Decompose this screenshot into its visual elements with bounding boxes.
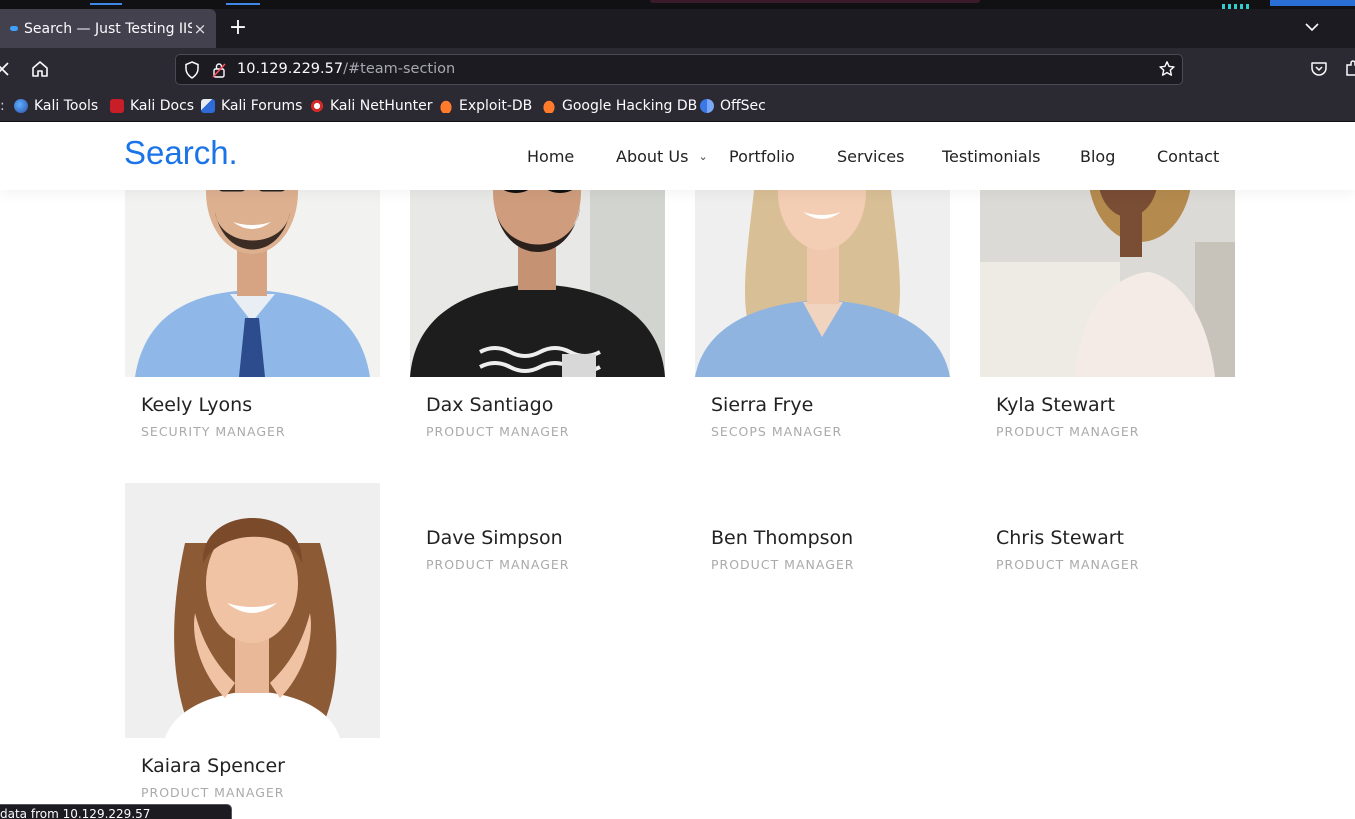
bookmark-label: Google Hacking DB xyxy=(562,98,698,114)
bookmarks-overflow-edge: : xyxy=(0,98,5,114)
team-member-role: PRODUCT MANAGER xyxy=(426,557,570,572)
kali-forums-icon xyxy=(201,99,215,113)
bookmarks-toolbar: : Kali Tools Kali Docs Kali Forums Kali … xyxy=(0,91,1355,122)
google-hacking-db-icon xyxy=(542,99,556,113)
exploit-db-icon xyxy=(439,99,453,113)
bookmark-kali-forums[interactable]: Kali Forums xyxy=(201,96,302,116)
stop-loading-icon[interactable] xyxy=(0,57,12,86)
status-bar-toast: data from 10.129.229.57 xyxy=(0,804,232,819)
nav-about-us-label: About Us xyxy=(616,147,689,166)
team-member-name: Kyla Stewart xyxy=(996,394,1115,416)
offsec-icon xyxy=(700,99,714,113)
workspace-indicator xyxy=(226,3,260,5)
system-top-strip xyxy=(0,0,1355,9)
team-member-name: Dax Santiago xyxy=(426,394,554,416)
new-tab-button[interactable]: + xyxy=(226,15,250,41)
nav-services[interactable]: Services xyxy=(837,147,904,166)
team-member-role: PRODUCT MANAGER xyxy=(426,424,570,439)
bookmark-star-icon[interactable] xyxy=(1158,60,1176,78)
url-host: 10.129.229.57 xyxy=(237,61,344,77)
bookmark-exploit-db[interactable]: Exploit-DB xyxy=(439,96,532,116)
team-member-name: Kaiara Spencer xyxy=(141,755,285,777)
chevron-down-icon: ⌄ xyxy=(698,150,708,163)
tracking-protection-shield-icon[interactable] xyxy=(184,61,200,79)
tab-close-icon[interactable]: × xyxy=(192,20,208,38)
team-member-name: Keely Lyons xyxy=(141,394,253,416)
address-bar[interactable]: 10.129.229.57/#team-section xyxy=(175,54,1183,85)
site-logo[interactable]: Search. xyxy=(124,134,238,172)
kali-tools-icon xyxy=(14,99,28,113)
kali-docs-icon xyxy=(110,99,124,113)
browser-tab[interactable]: Search — Just Testing IIS × xyxy=(0,9,216,48)
bookmark-kali-tools[interactable]: Kali Tools xyxy=(14,96,98,116)
team-member-name: Ben Thompson xyxy=(711,527,854,549)
team-member-role: PRODUCT MANAGER xyxy=(996,424,1140,439)
team-member-role: PRODUCT MANAGER xyxy=(996,557,1140,572)
panel-decoration xyxy=(650,0,980,3)
bookmark-label: Kali Tools xyxy=(34,98,99,114)
site-favicon-icon xyxy=(10,26,18,31)
team-member-name: Chris Stewart xyxy=(996,527,1124,549)
team-member-role: SECURITY MANAGER xyxy=(141,424,286,439)
browser-tab-bar: Search — Just Testing IIS × + xyxy=(0,9,1355,48)
site-header: Search. Home About Us ⌄ Portfolio Service… xyxy=(0,122,1355,190)
bookmark-label: Kali Forums xyxy=(221,98,303,114)
home-icon[interactable] xyxy=(30,59,50,79)
bookmark-label: Kali Docs xyxy=(130,98,195,114)
workspace-indicator xyxy=(90,3,122,5)
bookmark-offsec[interactable]: OffSec xyxy=(700,96,766,116)
nav-about-us[interactable]: About Us ⌄ xyxy=(616,147,708,166)
bookmark-kali-nethunter[interactable]: Kali NetHunter xyxy=(310,96,432,116)
team-member-role: PRODUCT MANAGER xyxy=(711,557,855,572)
team-member-role: PRODUCT MANAGER xyxy=(141,785,285,800)
kali-nethunter-icon xyxy=(310,99,324,113)
nav-home[interactable]: Home xyxy=(527,147,574,166)
bookmark-google-hacking-db[interactable]: Google Hacking DB xyxy=(542,96,697,116)
url-path: /#team-section xyxy=(343,61,456,77)
pocket-icon[interactable] xyxy=(1310,60,1328,78)
team-member-name: Sierra Frye xyxy=(711,394,814,416)
nav-blog[interactable]: Blog xyxy=(1080,147,1115,166)
nav-portfolio[interactable]: Portfolio xyxy=(729,147,795,166)
bookmark-label: Exploit-DB xyxy=(459,98,533,114)
network-indicator xyxy=(1270,0,1355,6)
team-member-photo xyxy=(125,483,380,738)
browser-nav-bar: 10.129.229.57/#team-section xyxy=(0,48,1355,91)
web-page: Search. Home About Us ⌄ Portfolio Service… xyxy=(0,122,1355,818)
list-all-tabs-chevron-icon[interactable] xyxy=(1305,17,1319,36)
bookmark-kali-docs[interactable]: Kali Docs xyxy=(110,96,194,116)
extensions-icon[interactable] xyxy=(1345,60,1355,78)
bookmark-label: Kali NetHunter xyxy=(330,98,433,114)
bookmark-label: OffSec xyxy=(720,98,766,114)
team-member-role: SECOPS MANAGER xyxy=(711,424,843,439)
team-member-name: Dave Simpson xyxy=(426,527,563,549)
nav-contact[interactable]: Contact xyxy=(1157,147,1219,166)
insecure-lock-icon[interactable] xyxy=(212,62,226,78)
url-text[interactable]: 10.129.229.57/#team-section xyxy=(237,61,455,77)
tab-title: Search — Just Testing IIS xyxy=(24,20,192,37)
nav-testimonials[interactable]: Testimonials xyxy=(942,147,1041,166)
